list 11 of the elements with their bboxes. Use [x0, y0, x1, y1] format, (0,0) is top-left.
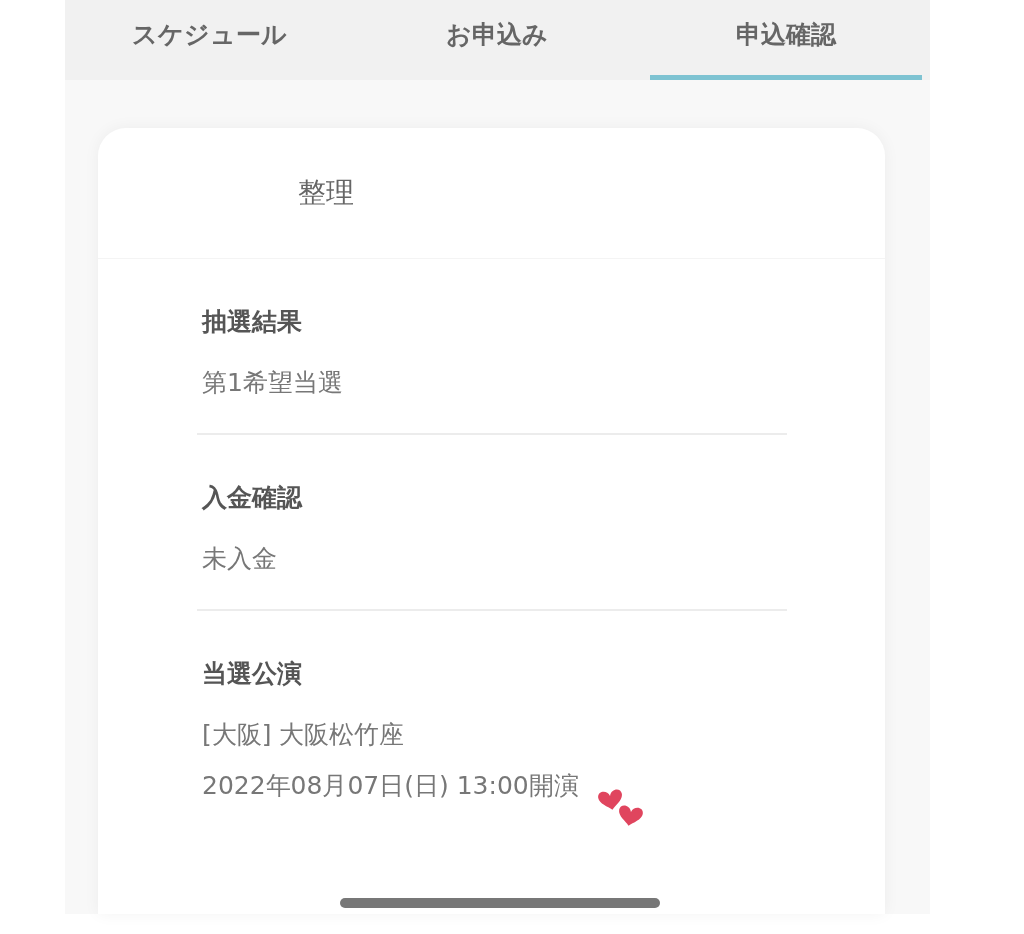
section-label: 当選公演 — [202, 658, 303, 690]
tab[interactable]: お申込み — [361, 0, 634, 80]
section-label: 抽選結果 — [202, 306, 303, 338]
section-value: 2022年08月07日(日) 13:00開演 — [202, 770, 580, 802]
section-label: 入金確認 — [202, 482, 304, 514]
tab[interactable]: 申込確認 — [649, 0, 922, 80]
section-value: [大阪] 大阪松竹座 — [202, 719, 406, 751]
card-title: 整理 — [298, 175, 354, 211]
section-value: 第1希望当選 — [202, 367, 344, 399]
section-value: 未入金 — [202, 543, 278, 575]
tab[interactable]: スケジュール — [73, 0, 346, 80]
